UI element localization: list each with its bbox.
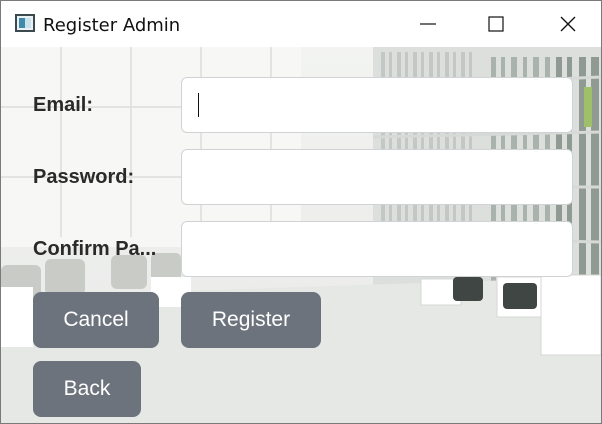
minimize-button[interactable] (405, 1, 451, 47)
cancel-button[interactable]: Cancel (33, 292, 159, 348)
app-window-icon (15, 14, 35, 32)
maximize-button[interactable] (473, 1, 519, 47)
maximize-icon (488, 16, 504, 32)
minimize-icon (420, 23, 436, 25)
confirm-password-field[interactable] (181, 221, 573, 277)
email-field[interactable] (181, 77, 573, 133)
register-button[interactable]: Register (181, 292, 321, 348)
password-label: Password: (33, 166, 135, 188)
text-caret (198, 93, 199, 117)
close-icon (560, 16, 576, 32)
register-admin-window: Register Admin Email: Password: Confirm … (0, 0, 602, 424)
password-field[interactable] (181, 149, 573, 205)
close-button[interactable] (545, 1, 591, 47)
form-area: Email: Password: Confirm Pa... Cancel Re… (1, 47, 601, 423)
title-bar[interactable]: Register Admin (1, 1, 601, 47)
back-button[interactable]: Back (33, 361, 141, 417)
window-title: Register Admin (43, 15, 181, 36)
confirm-password-label: Confirm Pa... (33, 238, 157, 260)
email-label: Email: (33, 94, 94, 116)
